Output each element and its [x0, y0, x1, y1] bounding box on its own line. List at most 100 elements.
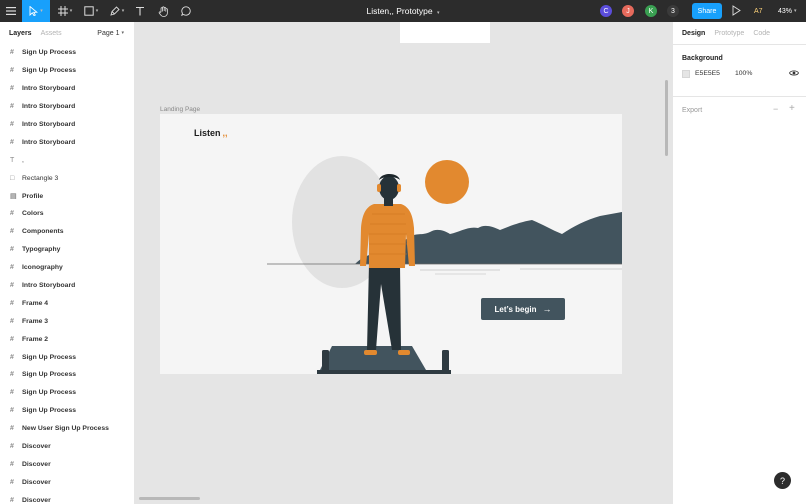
layer-item-label: Sign Up Process [22, 353, 77, 361]
layer-item[interactable]: # Intro Storyboard [0, 133, 134, 151]
layer-item[interactable]: # Discover [0, 491, 134, 504]
layer-item[interactable]: # Intro Storyboard [0, 277, 134, 295]
layer-item[interactable]: # Discover [0, 438, 134, 456]
rectangle-layer-icon: □ [10, 174, 15, 182]
layer-item[interactable]: ▤ Profile [0, 187, 134, 205]
layer-item[interactable]: # Sign Up Process [0, 384, 134, 402]
layer-item[interactable]: # Intro Storyboard [0, 116, 134, 134]
eye-visibility-icon[interactable] [789, 69, 799, 77]
shape-tool-button[interactable]: ▾ [80, 0, 102, 22]
frame-hash-icon: # [10, 389, 14, 397]
document-title[interactable]: Listen,, Prototype ▾ [366, 6, 439, 16]
layer-item[interactable]: # Colors [0, 205, 134, 223]
landing-page-frame[interactable]: Listen,, Let’s begin → [160, 114, 622, 374]
vertical-scrollbar[interactable] [665, 80, 668, 156]
share-button[interactable]: Share [692, 3, 722, 19]
layer-item[interactable]: # Discover [0, 455, 134, 473]
layer-item-label: Intro Storyboard [22, 85, 76, 93]
background-hex-input[interactable]: E5E5E5 [695, 70, 720, 77]
background-color-swatch[interactable] [682, 70, 690, 78]
layer-item[interactable]: # Discover [0, 473, 134, 491]
layer-item[interactable]: # Components [0, 223, 134, 241]
move-tool-button[interactable]: ▾ [22, 0, 50, 22]
page-label: Page 1 [97, 29, 120, 37]
export-remove-button[interactable]: − [773, 104, 778, 114]
layer-item-label: Intro Storyboard [22, 282, 76, 290]
layer-item-label: Sign Up Process [22, 49, 77, 57]
page-selector[interactable]: Page 1 ▾ [97, 22, 124, 44]
frame-hash-icon: # [10, 299, 14, 307]
layer-item-label: Discover [22, 460, 51, 468]
export-add-button[interactable]: + [789, 103, 795, 114]
a7-label: A7 [754, 7, 763, 15]
chevron-down-icon: ▾ [95, 8, 99, 14]
layer-item[interactable]: □ Rectangle 3 [0, 169, 134, 187]
layer-item-label: Discover [22, 443, 51, 451]
help-button[interactable]: ? [774, 472, 791, 489]
frame-hash-icon: # [10, 478, 14, 486]
frame-hash-icon: # [10, 282, 14, 290]
chevron-down-icon: ▾ [794, 8, 797, 14]
tab-prototype[interactable]: Prototype [714, 30, 744, 37]
layer-item[interactable]: # Intro Storyboard [0, 98, 134, 116]
layer-item[interactable]: # Iconography [0, 259, 134, 277]
play-icon [732, 5, 741, 16]
frame-hash-icon: # [10, 353, 14, 361]
layer-item[interactable]: # Sign Up Process [0, 366, 134, 384]
hand-tool-button[interactable] [154, 0, 172, 22]
layer-item-label: Colors [22, 210, 44, 218]
canvas[interactable]: Landing Page Listen,, Let’s begin → [135, 22, 672, 504]
text-tool-button[interactable] [132, 0, 148, 22]
layer-item[interactable]: # Frame 4 [0, 294, 134, 312]
layer-item[interactable]: # Sign Up Process [0, 62, 134, 80]
layer-item[interactable]: # Sign Up Process [0, 44, 134, 62]
component-layer-icon: ▤ [10, 193, 17, 201]
avatar-k[interactable]: K [644, 4, 658, 18]
hamburger-menu-icon [6, 7, 16, 15]
tab-layers[interactable]: Layers [9, 30, 32, 37]
layer-item[interactable]: # Intro Storyboard [0, 80, 134, 98]
arrow-right-icon: → [542, 304, 552, 314]
layer-item[interactable]: # Sign Up Process [0, 402, 134, 420]
frame-hash-icon: # [10, 121, 14, 128]
layer-item[interactable]: # Frame 3 [0, 312, 134, 330]
layer-item-label: Discover [22, 478, 51, 486]
present-button[interactable] [732, 5, 741, 18]
avatar-j[interactable]: J [621, 4, 635, 18]
chevron-down-icon: ▾ [121, 8, 125, 14]
frame-hash-icon: # [10, 138, 14, 146]
export-heading: Export [682, 107, 703, 114]
zoom-menu[interactable]: 43% ▾ [778, 0, 797, 22]
tab-code[interactable]: Code [753, 30, 770, 37]
lets-begin-button[interactable]: Let’s begin → [481, 298, 565, 320]
background-opacity-input[interactable]: 100% [735, 70, 752, 77]
frame-hash-icon: # [10, 264, 14, 272]
layer-item[interactable]: # Sign Up Process [0, 348, 134, 366]
frame-label[interactable]: Landing Page [160, 106, 200, 113]
avatar-more-count[interactable]: 3 [666, 4, 680, 18]
comment-tool-button[interactable] [177, 0, 195, 22]
pen-tool-button[interactable]: ▾ [106, 0, 128, 22]
layer-item[interactable]: # New User Sign Up Process [0, 420, 134, 438]
chevron-down-icon: ▾ [437, 10, 440, 16]
layer-item-label: Typography [22, 246, 61, 254]
frame-hash-icon: # [10, 85, 14, 93]
layer-item-label: Sign Up Process [22, 67, 77, 75]
frame-hash-icon: # [10, 103, 14, 111]
main-menu-button[interactable] [0, 0, 22, 22]
tab-assets[interactable]: Assets [41, 30, 62, 37]
frame-tool-button[interactable]: ▾ [54, 0, 76, 22]
horizontal-scrollbar[interactable] [139, 497, 200, 500]
layer-item-label: Discover [22, 496, 51, 504]
layer-item[interactable]: # Frame 2 [0, 330, 134, 348]
avatar-letter: 3 [671, 7, 675, 15]
layer-item[interactable]: T, [0, 151, 134, 169]
tab-design[interactable]: Design [682, 30, 705, 37]
design-panel-tabs: Design Prototype Code [673, 22, 806, 44]
avatar-letter: K [648, 7, 654, 15]
offscreen-frame[interactable] [400, 22, 490, 43]
hero-illustration [267, 156, 622, 374]
layer-item[interactable]: # Typography [0, 241, 134, 259]
avatar-c[interactable]: C [599, 4, 613, 18]
accessibility-badge[interactable]: A7 [754, 0, 763, 22]
